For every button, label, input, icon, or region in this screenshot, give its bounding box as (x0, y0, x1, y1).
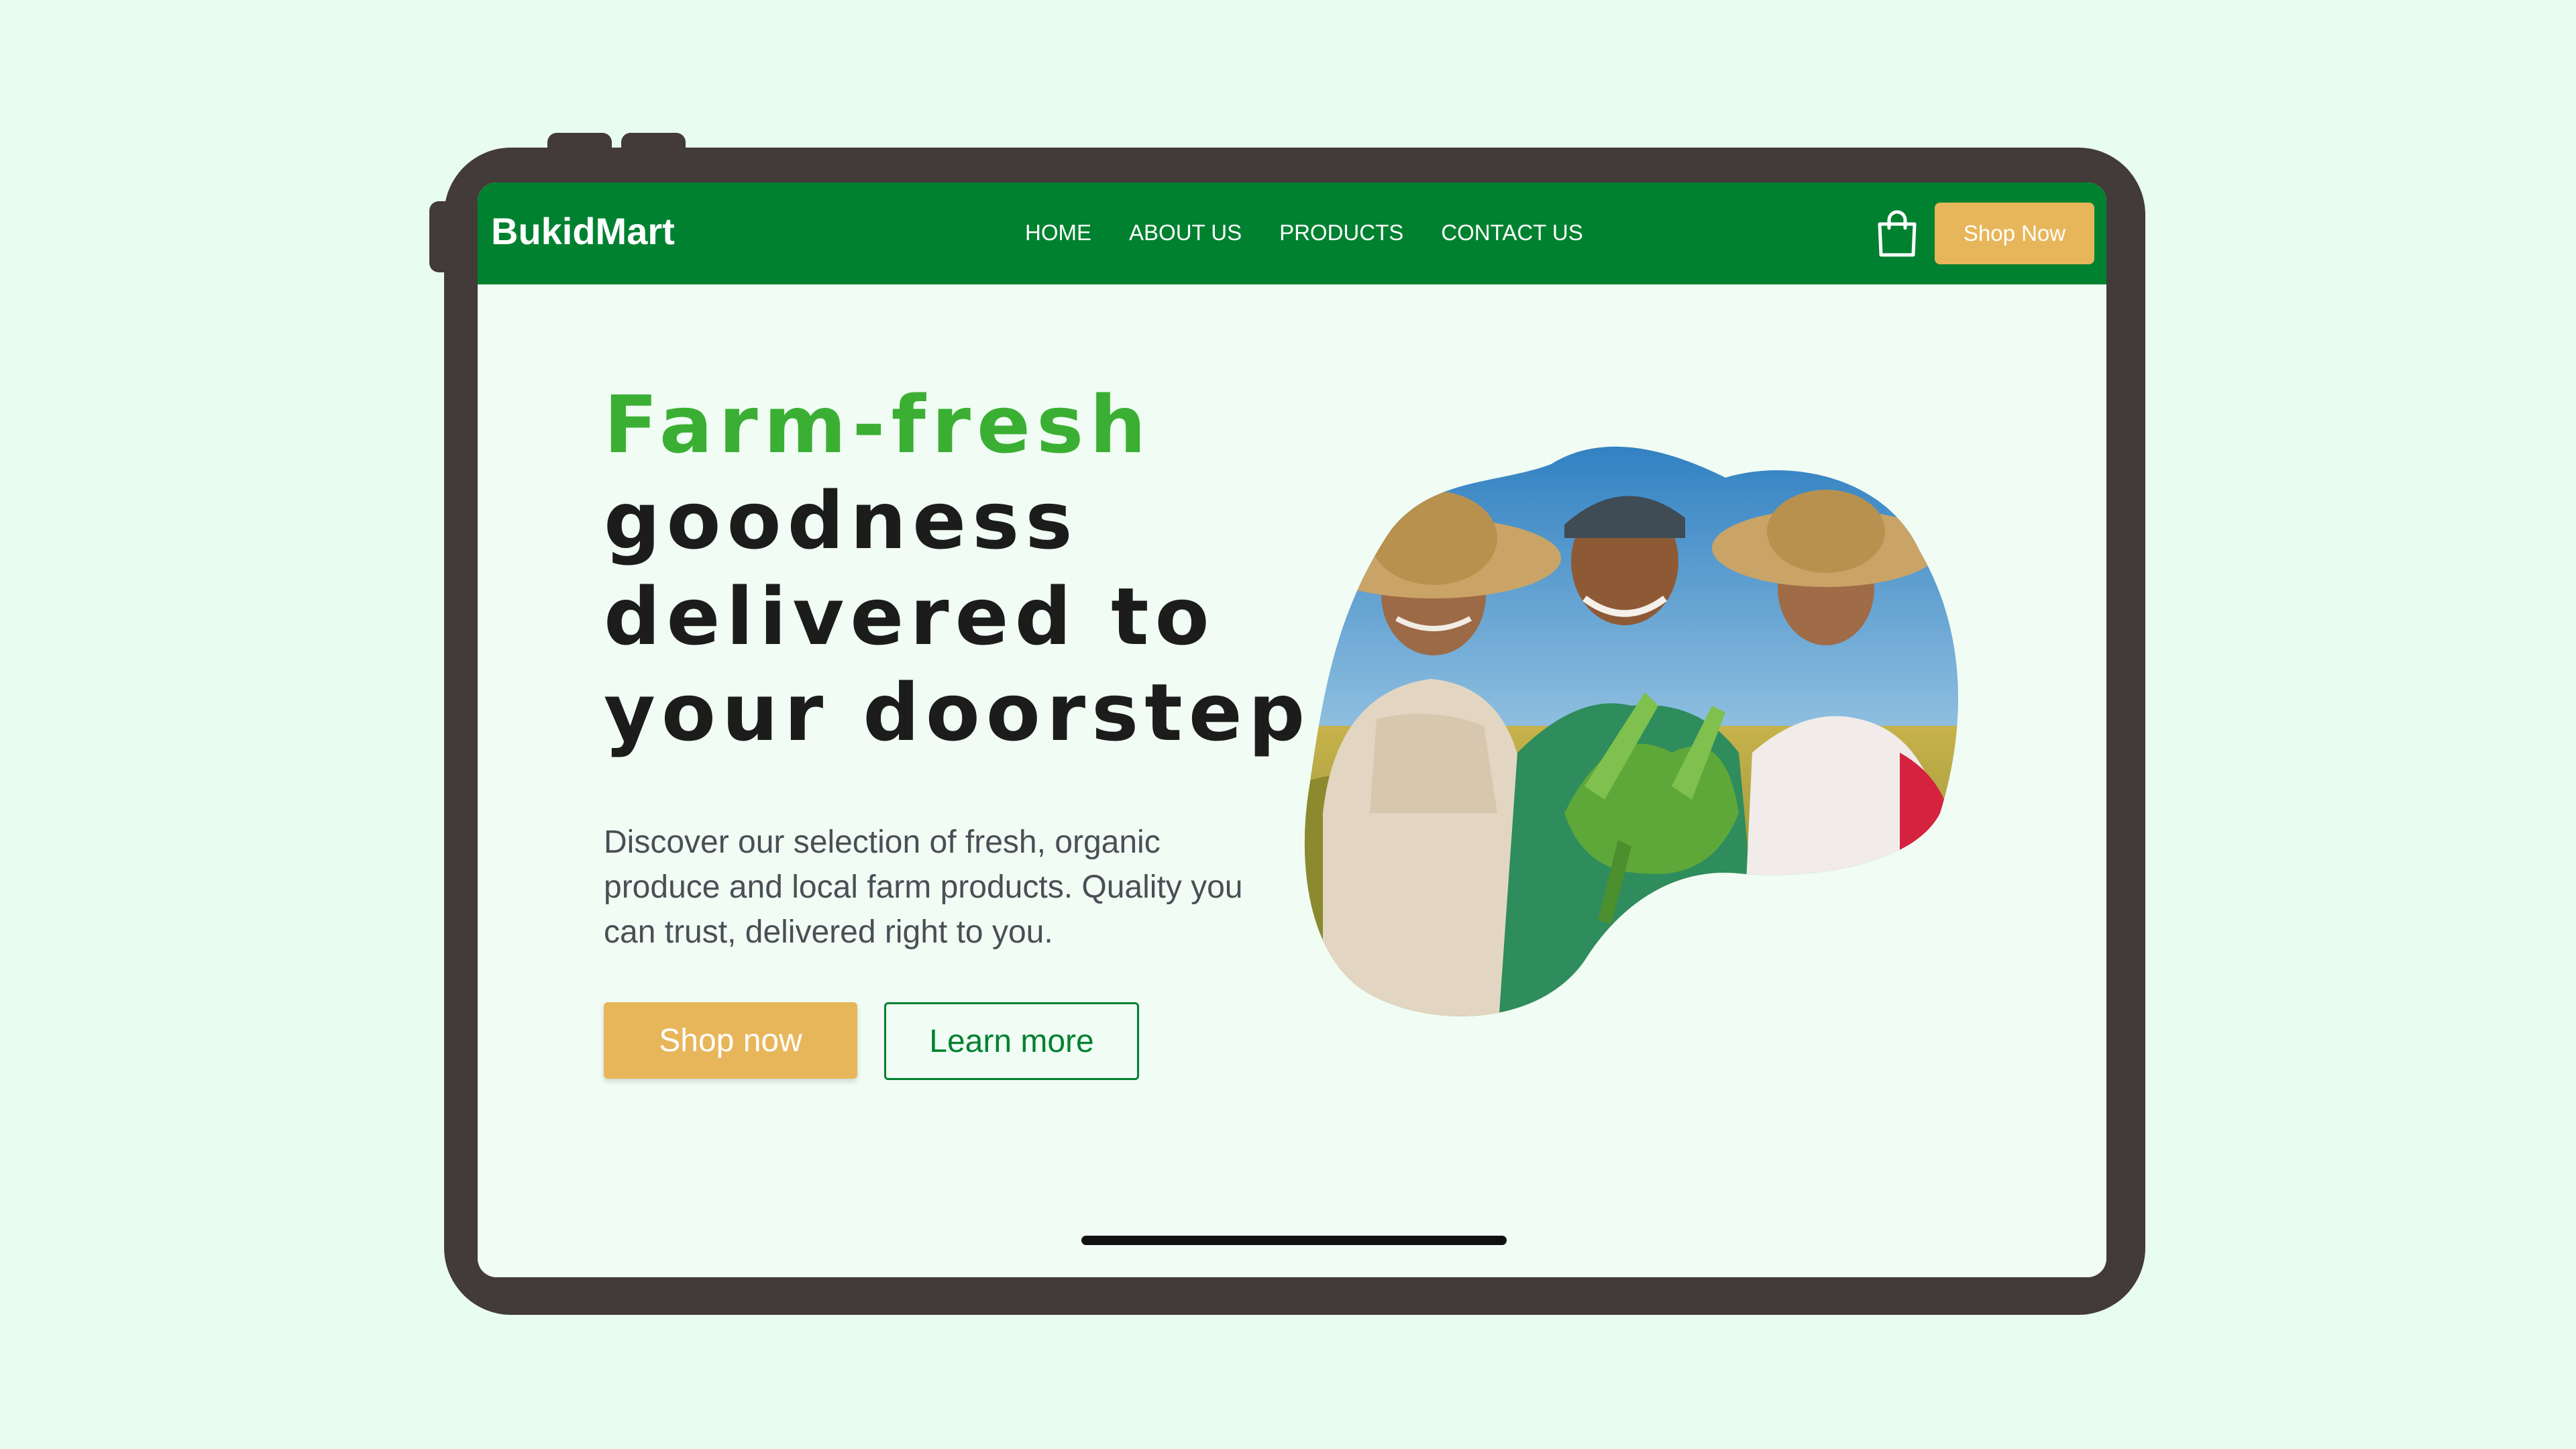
navbar: BukidMart HOME ABOUT US PRODUCTS CONTACT… (478, 182, 2106, 284)
nav-link-products[interactable]: PRODUCTS (1279, 220, 1403, 246)
learn-more-button[interactable]: Learn more (884, 1002, 1139, 1080)
nav-link-home[interactable]: HOME (1025, 220, 1091, 246)
shop-now-button[interactable]: Shop now (604, 1002, 857, 1079)
tablet-screen: BukidMart HOME ABOUT US PRODUCTS CONTACT… (478, 182, 2106, 1277)
nav-link-about-us[interactable]: ABOUT US (1129, 220, 1242, 246)
shop-now-nav-button[interactable]: Shop Now (1935, 203, 2094, 264)
hero-description: Discover our selection of fresh, organic… (604, 824, 1243, 950)
home-indicator[interactable] (1081, 1236, 1507, 1245)
nav-link-contact-us[interactable]: CONTACT US (1441, 220, 1582, 246)
hero-title-line: delivered to (604, 570, 1216, 663)
page-stage: BukidMart HOME ABOUT US PRODUCTS CONTACT… (0, 0, 2576, 1449)
hero-title: Farm-fresh goodness delivered to your do… (604, 377, 1311, 761)
hero-title-line: goodness (604, 474, 1079, 567)
hero-title-accent: Farm-fresh (604, 378, 1152, 471)
brand-logo[interactable]: BukidMart (491, 209, 675, 253)
nav-links: HOME ABOUT US PRODUCTS CONTACT US (1025, 220, 1583, 246)
shopping-bag-icon[interactable] (1876, 209, 1919, 258)
hero-title-line: your doorstep (604, 666, 1311, 759)
hero-farmers-image (1304, 446, 1959, 1041)
